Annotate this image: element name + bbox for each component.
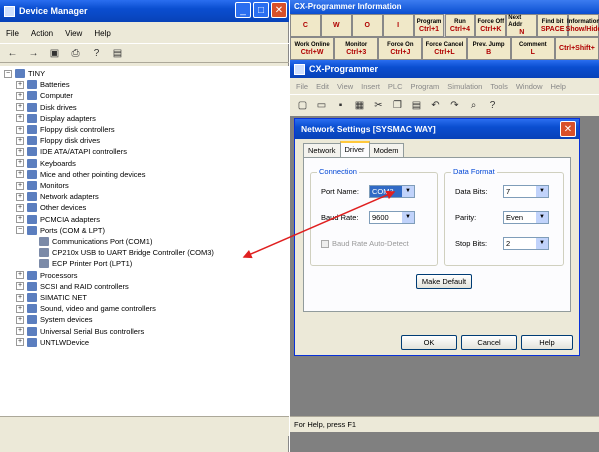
annotation-arrow [242,190,396,259]
com3-link-arrow [242,190,396,259]
